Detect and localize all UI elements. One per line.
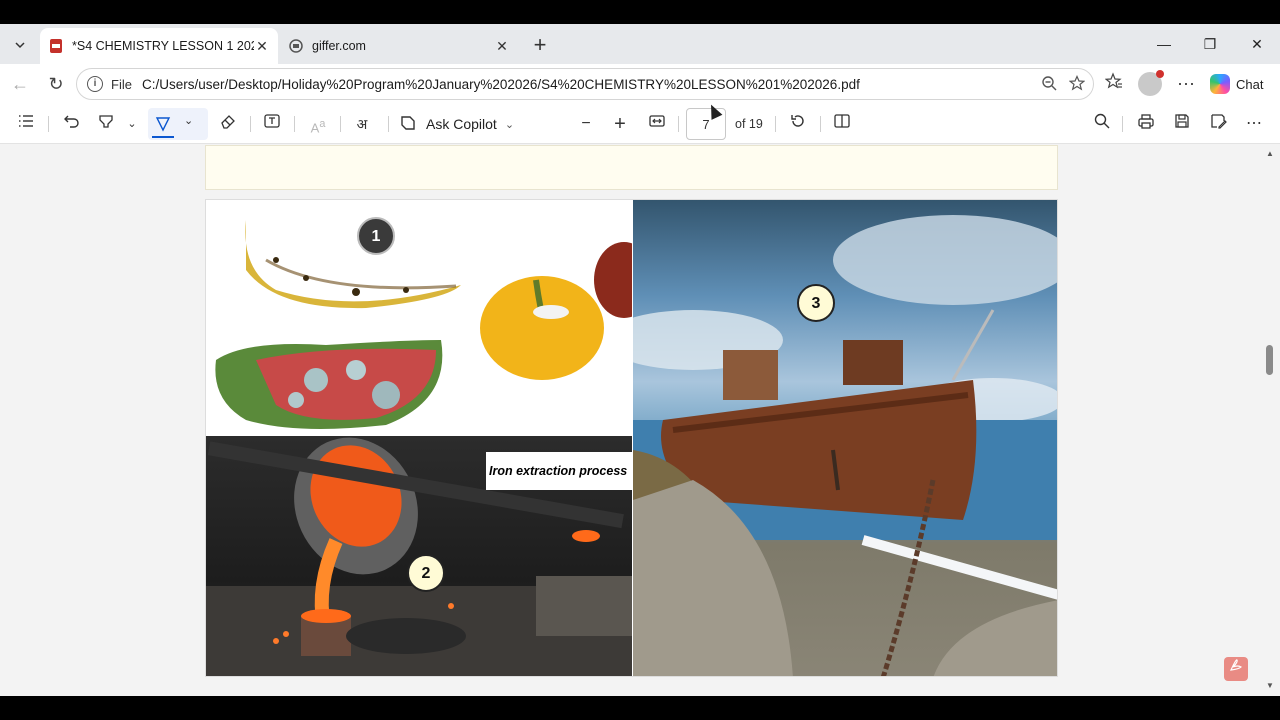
add-text-icon[interactable] bbox=[260, 112, 284, 136]
page-count-label: of 19 bbox=[735, 117, 763, 131]
copilot-icon bbox=[1210, 74, 1230, 94]
window-close-button[interactable]: ✕ bbox=[1243, 32, 1271, 56]
iron-extraction-image: Iron extraction process 2 bbox=[206, 436, 632, 676]
vertical-scrollbar[interactable]: ▲ ▼ bbox=[1260, 145, 1280, 696]
top-black-bar bbox=[0, 0, 1280, 24]
copilot-chat-button[interactable]: Chat bbox=[1204, 70, 1274, 98]
toolbar-divider bbox=[294, 116, 295, 132]
scroll-down-arrow-icon[interactable]: ▼ bbox=[1265, 681, 1275, 690]
page-icon bbox=[288, 38, 304, 54]
minimize-button[interactable]: — bbox=[1150, 32, 1178, 56]
save-icon[interactable] bbox=[1170, 112, 1194, 136]
figure-badge-1: 1 bbox=[357, 217, 395, 255]
info-icon[interactable]: i bbox=[87, 76, 103, 92]
toolbar-divider bbox=[250, 116, 251, 132]
pdf-viewer-area[interactable]: 1 Iron extraction process 2 3 bbox=[0, 145, 1260, 696]
tab-giffer[interactable]: giffer.com ✕ bbox=[280, 28, 518, 64]
print-icon[interactable] bbox=[1134, 112, 1158, 136]
copilot-outline-icon bbox=[398, 113, 418, 136]
draw-tool-button[interactable]: ⌄ bbox=[148, 108, 208, 140]
ask-copilot-button[interactable]: Ask Copilot ⌄ bbox=[398, 110, 514, 138]
contents-list-icon[interactable] bbox=[14, 112, 38, 136]
favorite-star-icon[interactable] bbox=[1067, 75, 1087, 95]
toolbar-divider bbox=[388, 116, 389, 132]
pdf-icon bbox=[48, 38, 64, 54]
close-icon[interactable]: ✕ bbox=[494, 38, 510, 55]
toolbar-divider bbox=[1122, 116, 1123, 132]
chevron-down-icon: ⌄ bbox=[504, 118, 515, 131]
toolbar-divider bbox=[775, 116, 776, 132]
url-text[interactable]: C:/Users/user/Desktop/Holiday%20Program%… bbox=[142, 77, 860, 92]
toolbar-divider bbox=[820, 116, 821, 132]
toolbar-divider bbox=[340, 116, 341, 132]
ask-copilot-label: Ask Copilot bbox=[426, 116, 497, 132]
tab-actions-menu-button[interactable] bbox=[6, 32, 34, 60]
rusty-ship-image: 3 bbox=[633, 200, 1057, 676]
browser-window: *S4 CHEMISTRY LESSON 1 2026.pdf ✕ giffer… bbox=[0, 24, 1280, 696]
zoom-in-button[interactable]: + bbox=[608, 112, 632, 136]
favorites-icon[interactable] bbox=[1102, 72, 1126, 96]
save-as-icon[interactable] bbox=[1206, 112, 1230, 136]
active-tool-indicator bbox=[152, 136, 174, 138]
tab-label: giffer.com bbox=[312, 39, 366, 53]
more-options-icon[interactable]: ⋯ bbox=[1174, 72, 1198, 96]
eraser-icon[interactable] bbox=[216, 112, 240, 136]
back-button[interactable]: ← bbox=[8, 72, 32, 96]
draw-pen-icon bbox=[154, 115, 172, 138]
zoom-out-button[interactable]: − bbox=[574, 112, 598, 136]
address-bar[interactable]: i File C:/Users/user/Desktop/Holiday%20P… bbox=[76, 68, 1094, 100]
chat-label: Chat bbox=[1236, 76, 1264, 92]
tab-label: *S4 CHEMISTRY LESSON 1 2026.pdf bbox=[72, 39, 254, 53]
pdf-page: 1 Iron extraction process 2 3 bbox=[205, 199, 1058, 677]
read-aloud-icon[interactable]: Aa bbox=[306, 112, 330, 136]
profile-avatar[interactable] bbox=[1138, 70, 1164, 96]
iron-extraction-caption: Iron extraction process bbox=[486, 452, 632, 490]
figure-badge-2: 2 bbox=[407, 554, 445, 592]
scrollbar-thumb[interactable] bbox=[1266, 345, 1273, 375]
tab-strip: *S4 CHEMISTRY LESSON 1 2026.pdf ✕ giffer… bbox=[0, 24, 1280, 64]
figure-badge-3: 3 bbox=[797, 284, 835, 322]
highlight-icon[interactable] bbox=[94, 112, 118, 136]
bottom-black-bar bbox=[0, 696, 1280, 720]
fit-to-page-icon[interactable] bbox=[645, 112, 669, 136]
search-icon[interactable] bbox=[1090, 112, 1114, 136]
toolbar-divider bbox=[678, 116, 679, 132]
chevron-down-icon bbox=[13, 38, 27, 55]
page-view-icon[interactable] bbox=[830, 112, 854, 136]
rotting-food-image: 1 bbox=[206, 200, 632, 436]
pdf-toolbar: ⌄ ⌄ Aa अ Ask Copilot ⌄ − + 7 of 19 ⋯ bbox=[0, 104, 1280, 144]
scroll-up-arrow-icon[interactable]: ▲ bbox=[1265, 149, 1275, 158]
undo-icon[interactable] bbox=[60, 112, 84, 136]
new-tab-button[interactable]: + bbox=[528, 34, 552, 58]
zoom-out-icon[interactable] bbox=[1039, 75, 1059, 95]
close-icon[interactable]: ✕ bbox=[254, 38, 270, 55]
tab-pdf[interactable]: *S4 CHEMISTRY LESSON 1 2026.pdf ✕ bbox=[40, 28, 278, 64]
toolbar-divider bbox=[48, 116, 49, 132]
notification-dot bbox=[1156, 70, 1164, 78]
acrobat-icon[interactable] bbox=[1224, 657, 1248, 681]
draw-dropdown-chevron-icon[interactable]: ⌄ bbox=[184, 114, 193, 127]
url-scheme-label: File bbox=[111, 76, 132, 92]
restore-button[interactable]: ❐ bbox=[1196, 32, 1224, 56]
navigation-bar: ← ↻ i File C:/Users/user/Desktop/Holiday… bbox=[0, 64, 1280, 104]
rotate-icon[interactable] bbox=[786, 112, 810, 136]
previous-page-bottom bbox=[205, 145, 1058, 190]
settings-more-icon[interactable]: ⋯ bbox=[1242, 112, 1266, 136]
translate-icon[interactable]: अ bbox=[350, 112, 374, 136]
highlight-dropdown-chevron-icon[interactable]: ⌄ bbox=[120, 112, 144, 136]
refresh-button[interactable]: ↻ bbox=[44, 72, 68, 96]
